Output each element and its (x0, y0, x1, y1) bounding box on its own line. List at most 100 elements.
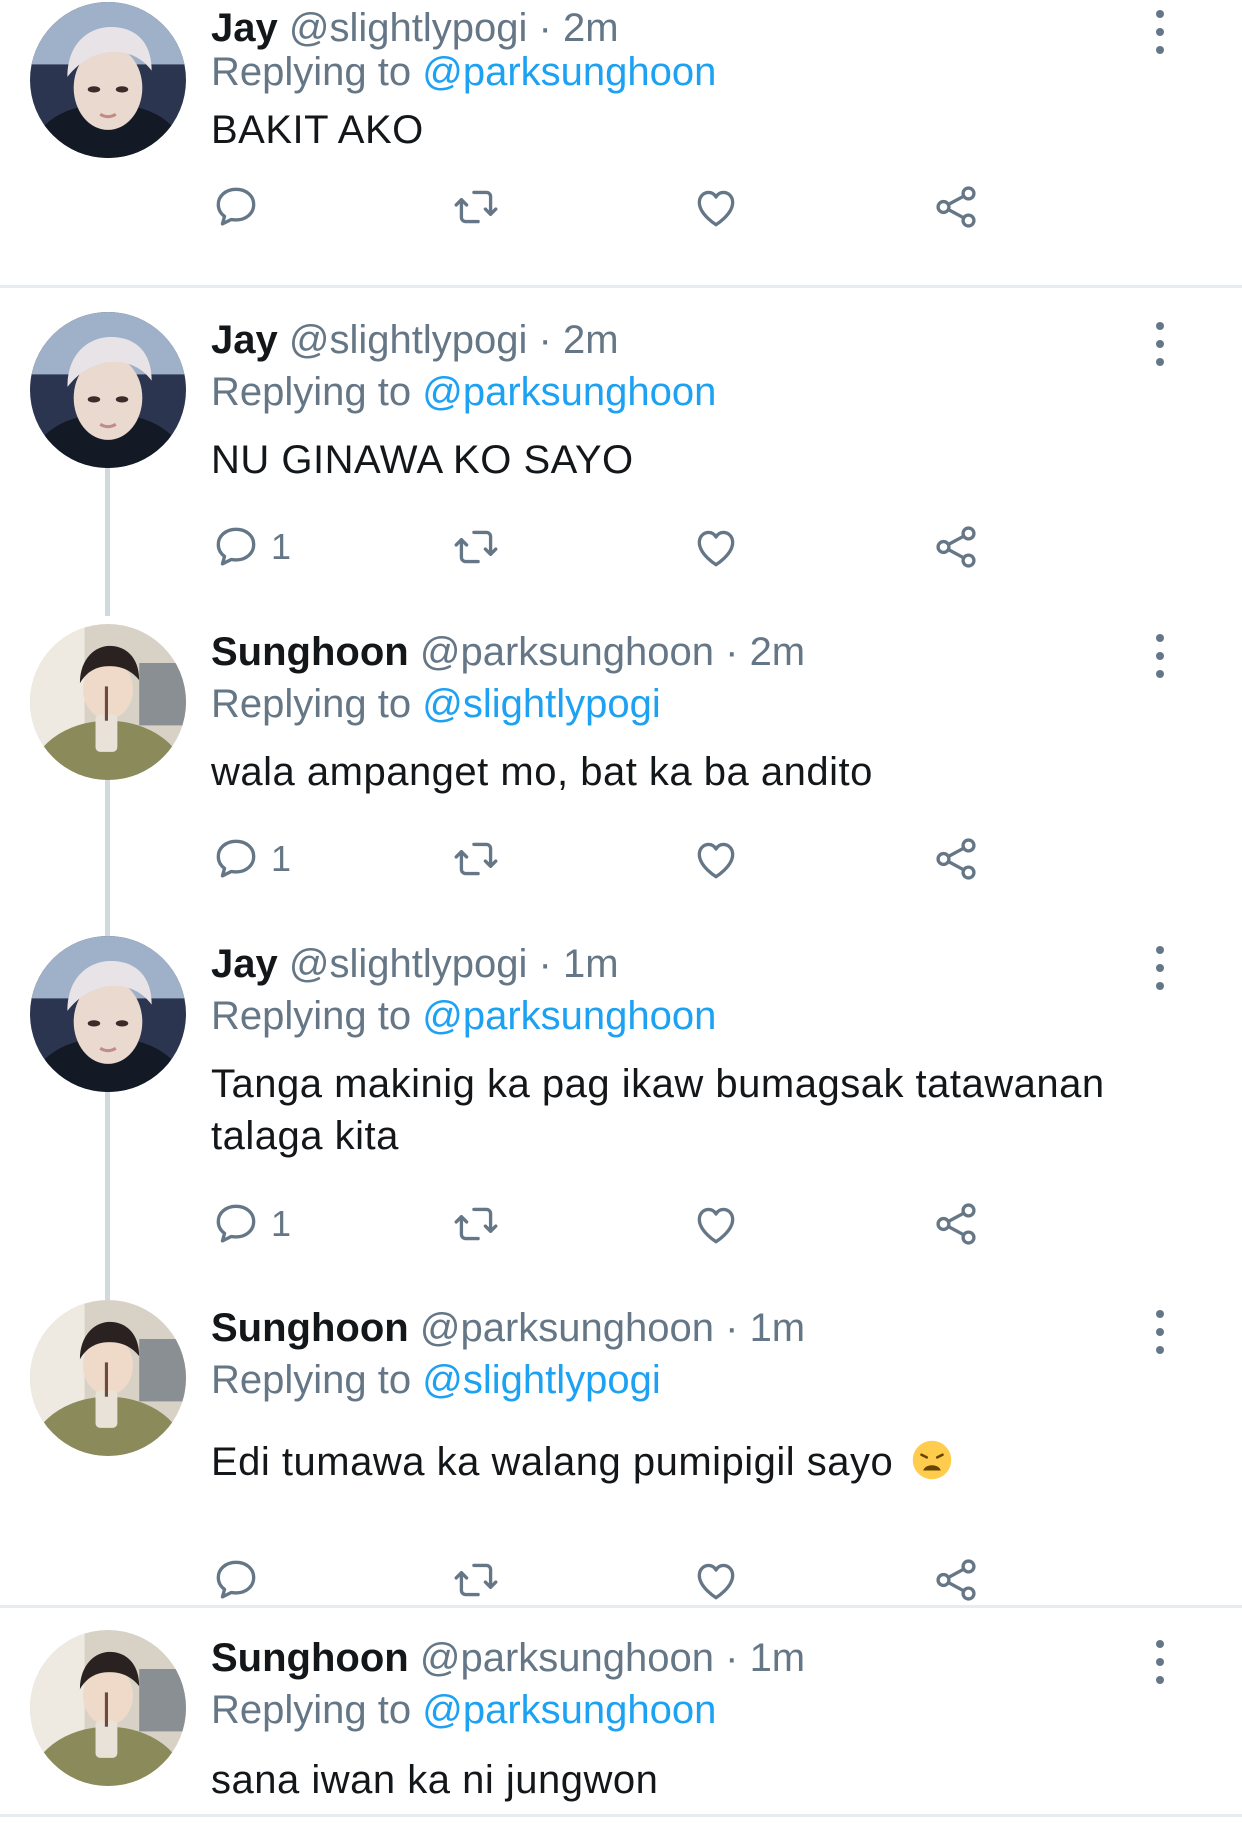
mention-link[interactable]: @slightlypogi (422, 682, 661, 726)
retweet-button[interactable] (451, 517, 501, 577)
share-button[interactable] (931, 1194, 981, 1254)
like-button[interactable] (691, 177, 741, 237)
tweet[interactable]: Jay @slightlypogi · 2m Replying to @park… (0, 0, 1242, 245)
avatar-jay[interactable] (30, 2, 186, 158)
timestamp[interactable]: 1m (750, 1306, 806, 1350)
like-button[interactable] (691, 1194, 741, 1254)
timestamp[interactable]: 1m (750, 1636, 806, 1680)
timestamp[interactable]: 2m (563, 318, 619, 362)
separator-dot: · (538, 6, 552, 50)
share-icon (931, 1555, 981, 1605)
tweet-actions: 1 (211, 1194, 1011, 1254)
more-options-icon[interactable] (1148, 1310, 1172, 1354)
reply-button[interactable]: 1 (211, 1194, 291, 1254)
mention-link[interactable]: @parksunghoon (422, 370, 716, 414)
display-name[interactable]: Sunghoon (211, 630, 409, 674)
display-name[interactable]: Jay (211, 942, 278, 986)
user-handle[interactable]: @parksunghoon (420, 630, 714, 674)
tweet-text-line: Tanga makinig ka pag ikaw bumagsak tataw… (211, 1062, 1105, 1106)
avatar-sunghoon[interactable] (30, 624, 186, 780)
share-icon (931, 834, 981, 884)
separator-dot: · (725, 630, 739, 674)
retweet-button[interactable] (451, 1550, 501, 1610)
share-button[interactable] (931, 1550, 981, 1610)
replying-to-label: Replying to (211, 50, 412, 94)
tweet-text-line: talaga kita (211, 1114, 399, 1158)
tweet-text: sana iwan ka ni jungwon (211, 1758, 659, 1802)
share-button[interactable] (931, 829, 981, 889)
tweet[interactable]: Sunghoon @parksunghoon · 1m Replying to … (0, 1630, 1242, 1823)
separator-dot: · (725, 1636, 739, 1680)
tweet[interactable]: Jay @slightlypogi · 1m Replying to @park… (0, 936, 1242, 1286)
user-handle[interactable]: @parksunghoon (420, 1636, 714, 1680)
user-handle[interactable]: @parksunghoon (420, 1306, 714, 1350)
tweet-text-body: Edi tumawa ka walang pumipigil sayo (211, 1440, 894, 1484)
more-options-icon[interactable] (1148, 1640, 1172, 1684)
retweet-button[interactable] (451, 177, 501, 237)
timestamp[interactable]: 2m (563, 6, 619, 50)
mention-link[interactable]: @slightlypogi (422, 1358, 661, 1402)
reply-icon (211, 1199, 261, 1249)
divider (0, 285, 1242, 288)
tweet-actions: 1 (211, 517, 1011, 577)
reply-button[interactable]: 1 (211, 517, 291, 577)
tweet-header: Sunghoon @parksunghoon · 2m (211, 628, 805, 676)
share-icon (931, 182, 981, 232)
tweet[interactable]: Sunghoon @parksunghoon · 2m Replying to … (0, 624, 1242, 924)
timestamp[interactable]: 1m (563, 942, 619, 986)
tweet-text: Edi tumawa ka walang pumipigil sayo (211, 1436, 1181, 1488)
display-name[interactable]: Sunghoon (211, 1636, 409, 1680)
tweet-text: Tanga makinig ka pag ikaw bumagsak tataw… (211, 1058, 1181, 1162)
divider (0, 1814, 1242, 1817)
mention-link[interactable]: @parksunghoon (422, 1688, 716, 1732)
like-icon (691, 1555, 741, 1605)
replying-to-label: Replying to (211, 1358, 412, 1402)
mention-link[interactable]: @parksunghoon (422, 50, 716, 94)
more-options-icon[interactable] (1148, 634, 1172, 678)
avatar-jay[interactable] (30, 936, 186, 1092)
tweet-text: NU GINAWA KO SAYO (211, 438, 634, 482)
reply-button[interactable] (211, 1550, 271, 1610)
more-options-icon[interactable] (1148, 946, 1172, 990)
avatar-sunghoon[interactable] (30, 1300, 186, 1456)
user-handle[interactable]: @slightlypogi (289, 942, 528, 986)
separator-dot: · (538, 318, 552, 362)
like-button[interactable] (691, 517, 741, 577)
share-button[interactable] (931, 517, 981, 577)
tweet-header: Jay @slightlypogi · 2m (211, 4, 619, 52)
tweet[interactable]: Jay @slightlypogi · 2m Replying to @park… (0, 312, 1242, 612)
tweet-header: Jay @slightlypogi · 2m (211, 316, 619, 364)
like-icon (691, 1199, 741, 1249)
replying-to: Replying to @slightlypogi (211, 1356, 661, 1404)
timestamp[interactable]: 2m (750, 630, 806, 674)
replying-to-label: Replying to (211, 994, 412, 1038)
share-icon (931, 522, 981, 572)
share-button[interactable] (931, 177, 981, 237)
retweet-button[interactable] (451, 829, 501, 889)
display-name[interactable]: Sunghoon (211, 1306, 409, 1350)
display-name[interactable]: Jay (211, 6, 278, 50)
replying-to: Replying to @parksunghoon (211, 1686, 716, 1734)
more-options-icon[interactable] (1148, 322, 1172, 366)
mention-link[interactable]: @parksunghoon (422, 994, 716, 1038)
replying-to: Replying to @parksunghoon (211, 992, 716, 1040)
like-icon (691, 834, 741, 884)
like-button[interactable] (691, 829, 741, 889)
display-name[interactable]: Jay (211, 318, 278, 362)
more-options-icon[interactable] (1148, 10, 1172, 54)
avatar-jay[interactable] (30, 312, 186, 468)
tweet-text: wala ampanget mo, bat ka ba andito (211, 750, 873, 794)
replying-to-label: Replying to (211, 370, 412, 414)
avatar-sunghoon[interactable] (30, 1630, 186, 1786)
replying-to: Replying to @parksunghoon (211, 368, 716, 416)
tweet[interactable]: Sunghoon @parksunghoon · 1m Replying to … (0, 1300, 1242, 1600)
like-button[interactable] (691, 1550, 741, 1610)
tweet-actions: 1 (211, 829, 1011, 889)
reply-button[interactable] (211, 177, 271, 237)
user-handle[interactable]: @slightlypogi (289, 318, 528, 362)
reply-count: 1 (271, 838, 292, 879)
retweet-button[interactable] (451, 1194, 501, 1254)
user-handle[interactable]: @slightlypogi (289, 6, 528, 50)
reply-icon (211, 182, 261, 232)
reply-button[interactable]: 1 (211, 829, 291, 889)
